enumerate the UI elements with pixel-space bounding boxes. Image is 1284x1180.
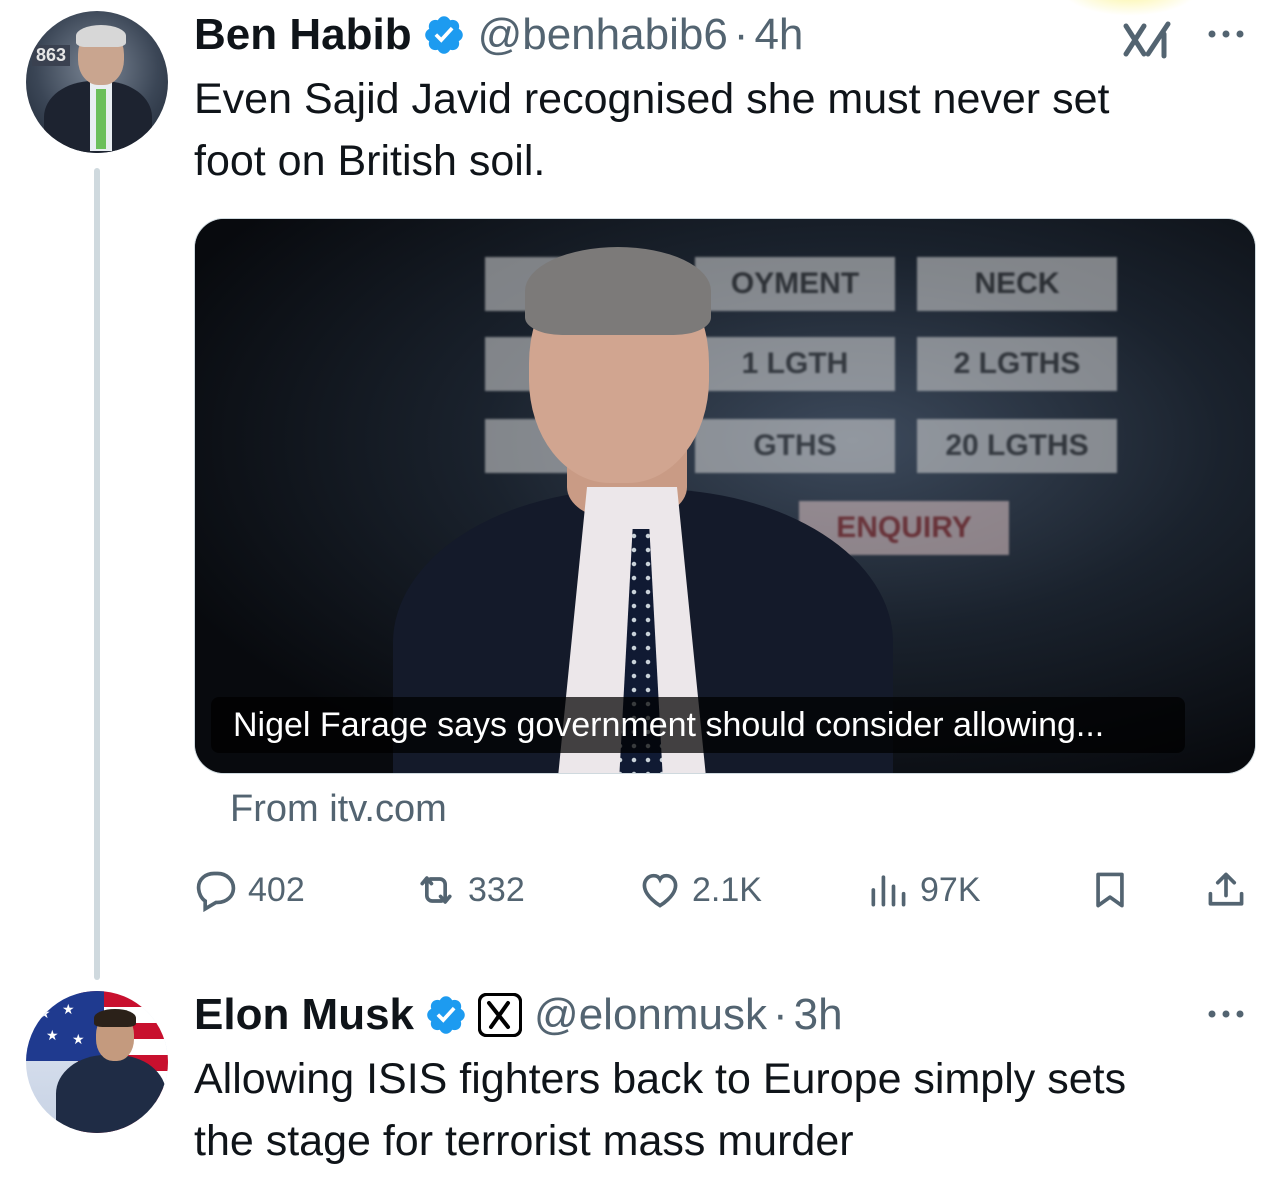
reply-count: 402 — [248, 870, 305, 909]
tweet-text-line: Even Sajid Javid recognised she must nev… — [194, 75, 1110, 123]
avatar-seat-number: 863 — [32, 45, 71, 66]
board-label: OYMENT — [695, 257, 895, 311]
x-affiliation-icon[interactable] — [478, 993, 523, 1037]
bookmark-button[interactable] — [1088, 868, 1132, 912]
avatar-jacket — [56, 1055, 166, 1133]
share-icon — [1208, 872, 1244, 906]
separator-dot: · — [733, 10, 749, 59]
thread-connector-line — [94, 168, 100, 980]
tweet-actions: 402 332 2.1K 97K — [194, 860, 1254, 920]
separator-dot: · — [773, 990, 788, 1039]
board-label: 2 LGTHS — [917, 337, 1117, 391]
board-label: 20 LGTHS — [917, 419, 1117, 473]
star-icon: ★ — [46, 1027, 59, 1043]
tweet-header: Elon Musk @elonmusk · 3h — [194, 990, 843, 1040]
author-handle[interactable]: @elonmusk — [534, 990, 767, 1040]
heart-icon — [642, 873, 678, 908]
timestamp[interactable]: 4h — [754, 10, 803, 60]
more-options-icon[interactable] — [1204, 24, 1248, 44]
view-count: 97K — [920, 870, 981, 909]
grok-icon[interactable] — [1122, 20, 1174, 60]
like-count: 2.1K — [692, 870, 762, 909]
avatar[interactable]: 863 — [26, 11, 168, 153]
board-label: 1 LGTH — [695, 337, 895, 391]
avatar-hair — [76, 25, 126, 47]
views-button[interactable]: 97K — [866, 868, 981, 912]
tweet-text: Allowing ISIS fighters back to Europe si… — [194, 1048, 1126, 1172]
retweet-icon — [420, 876, 452, 904]
avatar-tie — [96, 89, 106, 149]
author-name[interactable]: Elon Musk — [194, 990, 414, 1040]
media-caption: Nigel Farage says government should cons… — [211, 697, 1185, 753]
link-source[interactable]: From itv.com — [230, 788, 447, 831]
star-icon: ★ — [38, 1005, 51, 1021]
more-options-icon[interactable] — [1204, 1004, 1248, 1024]
tweet-header: Ben Habib @benhabib6 · 4h — [194, 10, 803, 60]
retweet-count: 332 — [468, 870, 525, 909]
reply-icon — [196, 871, 236, 912]
verified-badge-icon — [427, 996, 465, 1034]
bookmark-icon — [1096, 872, 1124, 908]
tweet-text-line: Allowing ISIS fighters back to Europe si… — [194, 1055, 1127, 1103]
tweet-text-line: foot on British soil. — [194, 137, 546, 185]
timestamp[interactable]: 3h — [794, 990, 843, 1040]
star-icon: ★ — [62, 1001, 75, 1017]
board-label: GTHS — [695, 419, 895, 473]
author-handle[interactable]: @benhabib6 — [478, 10, 728, 60]
like-button[interactable]: 2.1K — [638, 868, 762, 912]
share-button[interactable] — [1204, 868, 1248, 912]
avatar[interactable]: ★ ★ ★ ★ — [26, 991, 168, 1133]
top-highlight — [1060, 0, 1200, 16]
board-label: NECK — [917, 257, 1117, 311]
verified-badge-icon — [424, 16, 463, 54]
reply-button[interactable]: 402 — [194, 868, 305, 912]
media-card[interactable]: OYMENT NECK 1 LGTH 2 LGTHS GTHS 20 LGTHS… — [194, 218, 1256, 774]
tweet-text: Even Sajid Javid recognised she must nev… — [194, 68, 1109, 192]
retweet-button[interactable]: 332 — [414, 868, 525, 912]
author-name[interactable]: Ben Habib — [194, 10, 412, 60]
person-hair — [525, 247, 711, 335]
avatar-hair — [94, 1009, 136, 1027]
star-icon: ★ — [72, 1031, 85, 1047]
analytics-icon — [871, 875, 906, 907]
tweet-text-line: the stage for terrorist mass murder — [194, 1117, 854, 1165]
